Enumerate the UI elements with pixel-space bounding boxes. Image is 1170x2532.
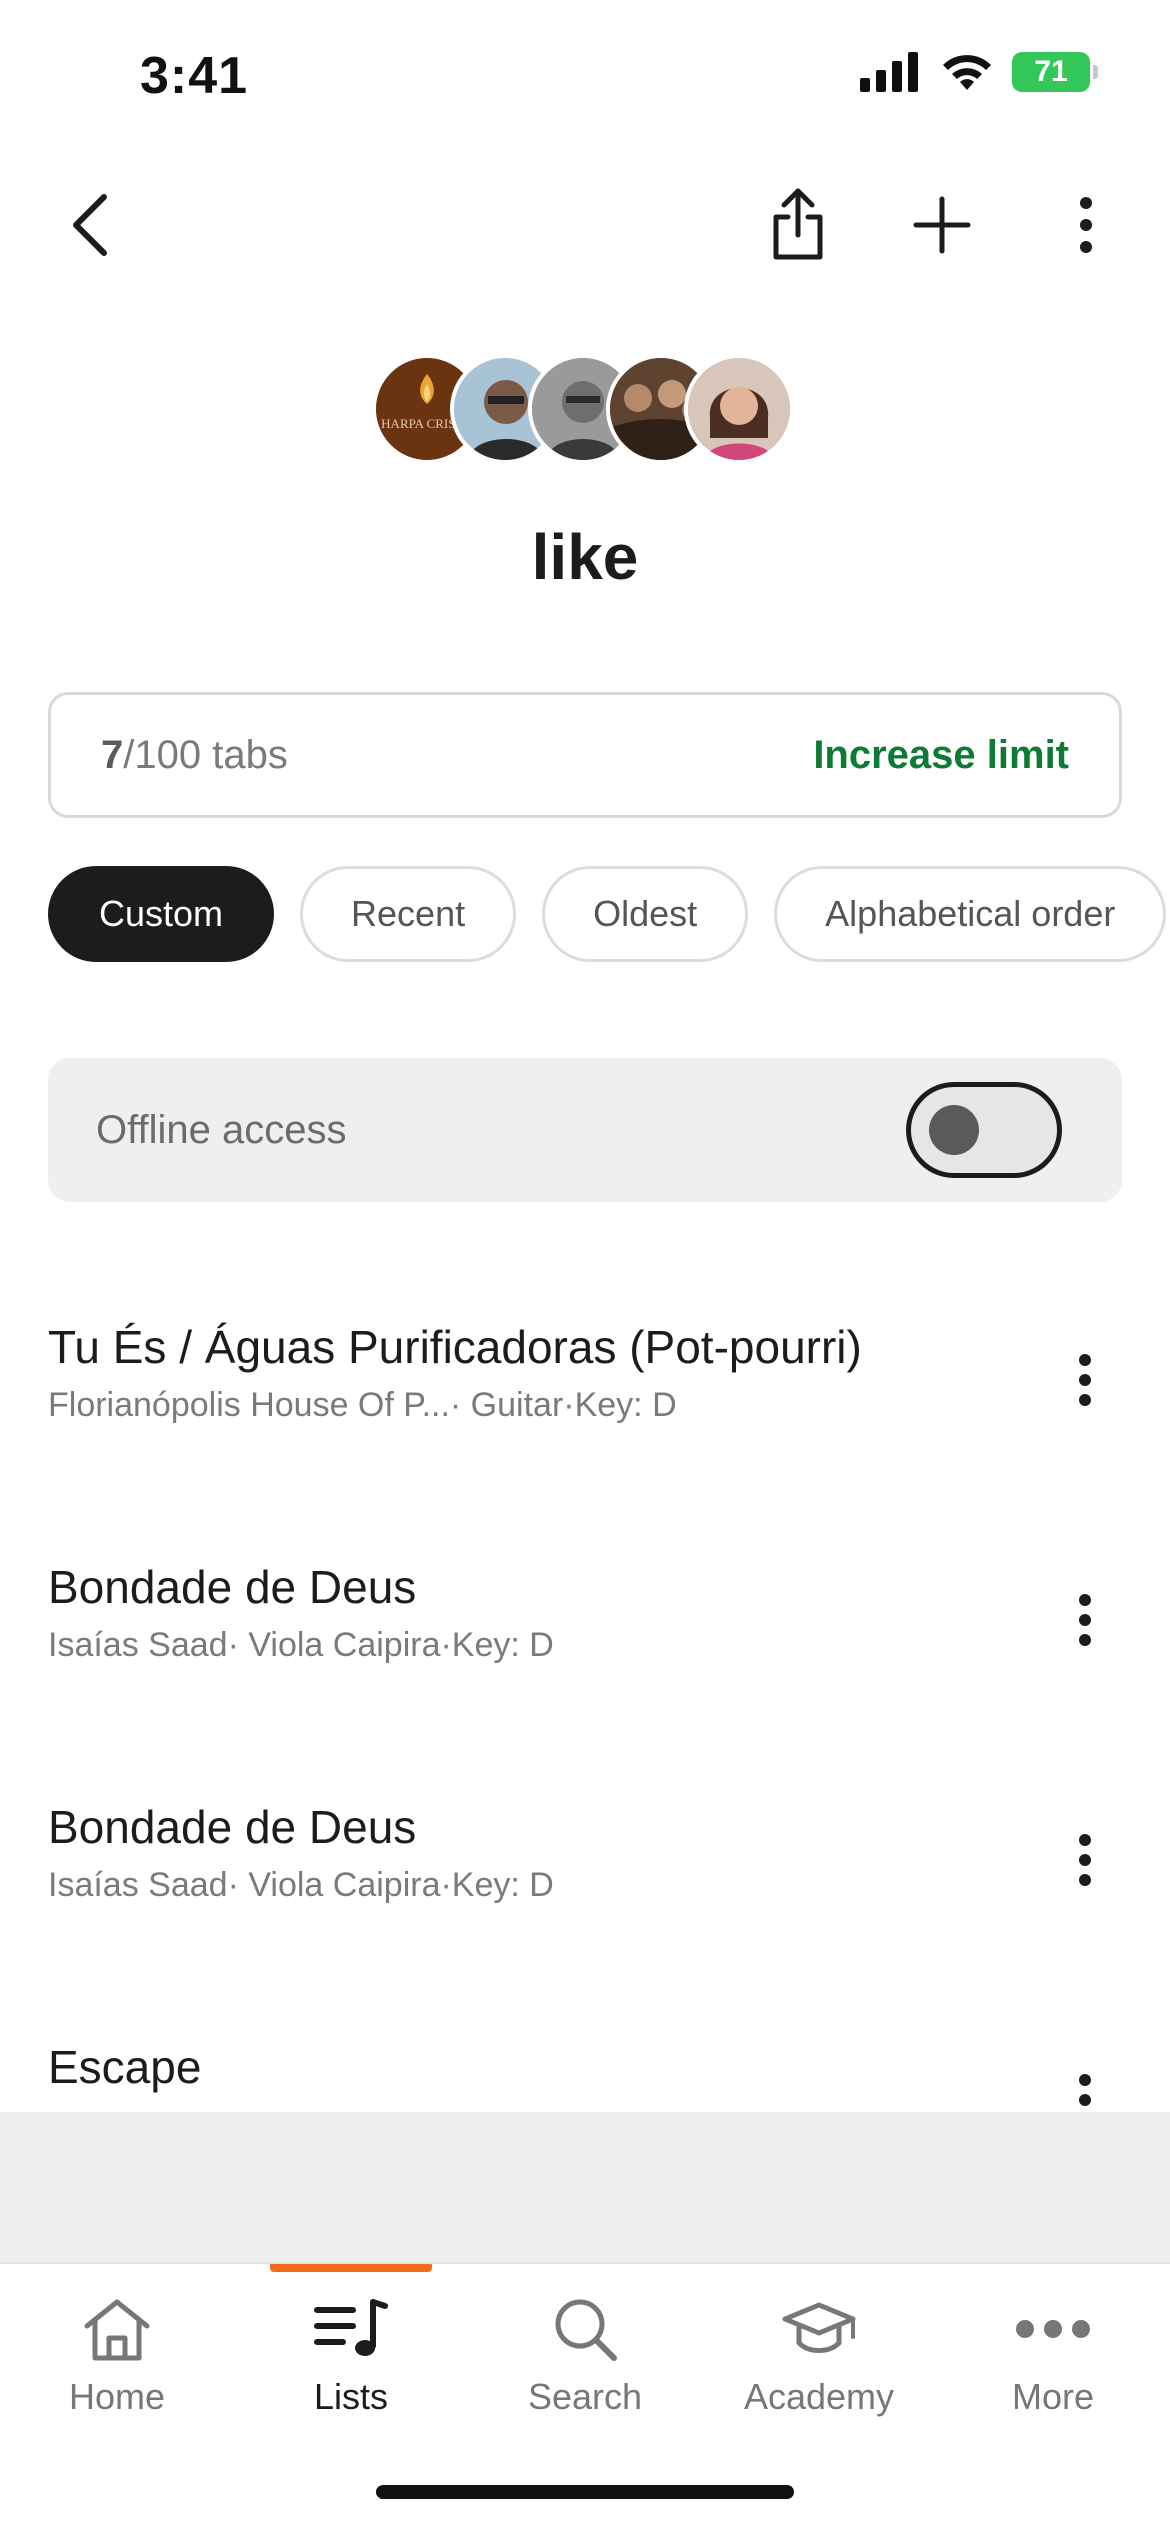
home-indicator xyxy=(376,2485,794,2499)
wifi-icon xyxy=(943,55,991,90)
tab-label: Home xyxy=(68,2376,166,2417)
tab-label: Search xyxy=(527,2376,643,2417)
list-item[interactable]: Bondade de Deus Isaías Saad· Viola Caipi… xyxy=(0,1770,1170,2010)
song-menu-button[interactable] xyxy=(1060,1570,1110,1670)
sort-chip-custom[interactable]: Custom xyxy=(48,866,275,962)
home-icon xyxy=(84,2299,150,2361)
list-item[interactable]: Bondade de Deus Isaías Saad· Viola Caipi… xyxy=(0,1530,1170,1770)
share-button[interactable] xyxy=(748,170,848,280)
toggle-knob xyxy=(929,1105,979,1155)
tab-label: Academy xyxy=(743,2376,895,2417)
tab-limit-text: 7/100 tabs xyxy=(101,733,288,778)
tab-label: Lists xyxy=(313,2376,389,2417)
offline-access-row: Offline access xyxy=(48,1058,1122,1202)
sort-chip-alphabetical[interactable]: Alphabetical order xyxy=(774,866,1167,962)
offline-access-toggle[interactable] xyxy=(906,1082,1062,1178)
tab-label: More xyxy=(1011,2376,1095,2417)
avatar-artist-5 xyxy=(684,354,794,464)
tab-search[interactable]: Search xyxy=(468,2264,702,2424)
search-icon xyxy=(555,2299,617,2361)
sort-chip-oldest[interactable]: Oldest xyxy=(542,866,749,962)
add-button[interactable] xyxy=(892,170,992,280)
overflow-menu-button[interactable] xyxy=(1036,170,1136,280)
tab-total: /100 tabs xyxy=(123,732,288,777)
battery-level: 71 xyxy=(1034,55,1068,88)
plus-icon xyxy=(913,196,971,254)
tab-academy[interactable]: Academy xyxy=(702,2264,936,2424)
song-list: Tu És / Águas Purificadoras (Pot-pourri)… xyxy=(0,1290,1170,2112)
offline-access-label: Offline access xyxy=(96,1107,347,1152)
tab-lists[interactable]: Lists xyxy=(234,2264,468,2424)
tab-limit-box: 7/100 tabs Increase limit xyxy=(48,692,1122,818)
list-avatars: HARPA CRISTÃ xyxy=(372,354,802,466)
battery-icon: 71 xyxy=(1012,52,1098,92)
more-vertical-icon xyxy=(1079,2074,1091,2106)
more-vertical-icon xyxy=(1079,1594,1091,1646)
mini-player-area xyxy=(0,2112,1170,2262)
status-time: 3:41 xyxy=(140,47,249,105)
sort-chip-recent[interactable]: Recent xyxy=(300,866,517,962)
chevron-left-icon xyxy=(73,194,107,256)
tab-count: 7 xyxy=(101,732,124,777)
more-vertical-icon xyxy=(1079,1354,1091,1406)
song-menu-button[interactable] xyxy=(1060,1810,1110,1910)
list-item[interactable]: Tu És / Águas Purificadoras (Pot-pourri)… xyxy=(0,1290,1170,1530)
song-title: Tu És / Águas Purificadoras (Pot-pourri) xyxy=(48,1321,862,1373)
lists-icon xyxy=(314,2299,388,2356)
song-title: Escape xyxy=(48,2041,202,2093)
signal-icon xyxy=(860,52,918,92)
status-bar: 3:41 71 xyxy=(0,0,1170,150)
song-meta: Florianópolis House Of P...· Guitar·Key:… xyxy=(48,1386,677,1424)
more-vertical-icon xyxy=(1080,197,1092,253)
list-title: like xyxy=(531,521,639,593)
tab-more[interactable]: More xyxy=(936,2264,1170,2424)
back-button[interactable] xyxy=(40,170,140,280)
top-nav xyxy=(0,170,1170,280)
academy-icon xyxy=(782,2302,856,2353)
song-menu-button[interactable] xyxy=(1060,1330,1110,1430)
list-item[interactable]: Escape xyxy=(0,2010,1170,2112)
song-menu-button[interactable] xyxy=(1060,2050,1110,2112)
increase-limit-link[interactable]: Increase limit xyxy=(813,733,1069,778)
song-title: Bondade de Deus xyxy=(48,1801,417,1853)
tab-home[interactable]: Home xyxy=(0,2264,234,2424)
status-icons: 71 xyxy=(860,52,1098,92)
more-vertical-icon xyxy=(1079,1834,1091,1886)
song-title: Bondade de Deus xyxy=(48,1561,417,1613)
song-meta: Isaías Saad· Viola Caipira·Key: D xyxy=(48,1866,554,1904)
song-meta: Isaías Saad· Viola Caipira·Key: D xyxy=(48,1626,554,1664)
sort-chips: Custom Recent Oldest Alphabetical order xyxy=(48,866,1167,962)
share-icon xyxy=(773,188,823,260)
more-icon xyxy=(1016,2320,1090,2338)
